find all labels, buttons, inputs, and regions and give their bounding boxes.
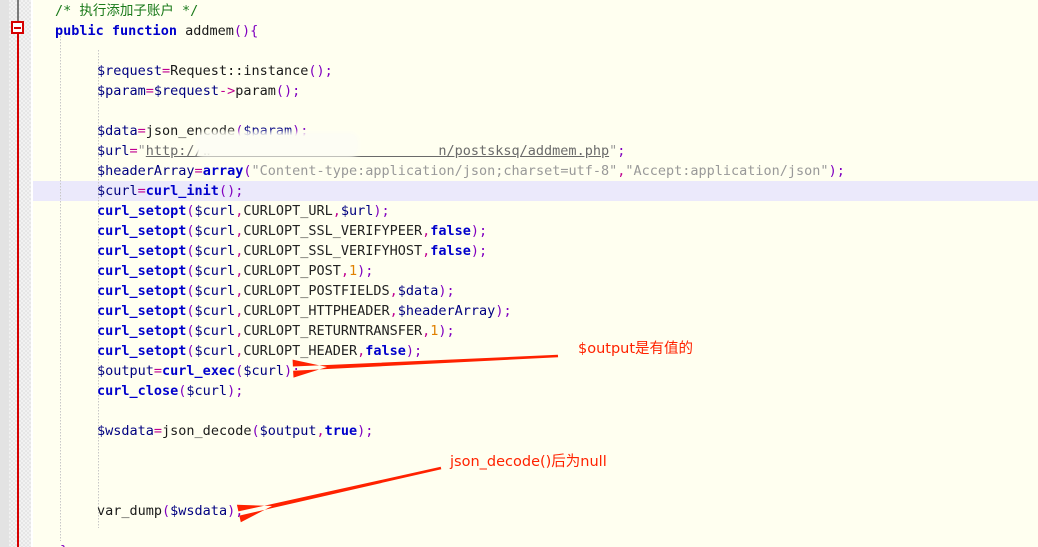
annotation-output-has-value: $output是有值的 xyxy=(578,341,694,357)
arrow-to-curl-exec xyxy=(292,354,559,378)
code-editor[interactable]: /* 执行添加子账户 */public function addmem(){$r… xyxy=(0,0,1038,547)
annotation-json-decode-null: json_decode()后为null xyxy=(450,454,607,470)
arrow-to-var-dump xyxy=(236,466,442,523)
